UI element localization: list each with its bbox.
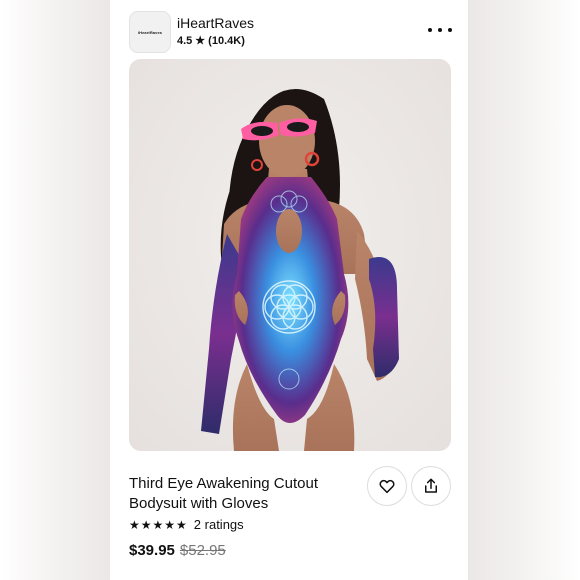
- heart-icon: [379, 479, 395, 494]
- more-options-button[interactable]: [428, 20, 452, 40]
- share-icon: [425, 478, 437, 493]
- store-logo[interactable]: iHeartRaves: [129, 11, 171, 53]
- ratings-count: 2 ratings: [193, 517, 244, 532]
- rating-stars-icon: ★★★★★: [129, 517, 188, 532]
- product-photo-illustration: [129, 59, 451, 451]
- price-row: $39.95 $52.95: [129, 542, 226, 559]
- product-title[interactable]: Third Eye Awakening Cutout Bodysuit with…: [129, 474, 344, 514]
- store-header: iHeartRaves iHeartRaves 4.5 ★ (10.4K): [110, 10, 468, 54]
- store-rating-value: 4.5: [177, 34, 193, 47]
- product-image[interactable]: [129, 59, 451, 451]
- store-rating: 4.5 ★ (10.4K): [177, 34, 245, 48]
- store-name[interactable]: iHeartRaves: [177, 15, 254, 31]
- store-logo-text: iHeartRaves: [137, 29, 163, 35]
- product-rating[interactable]: ★★★★★ 2 ratings: [129, 517, 244, 532]
- store-review-count: (10.4K): [208, 34, 245, 47]
- current-price: $39.95: [129, 542, 175, 559]
- more-horizontal-icon: [428, 28, 432, 32]
- left-blur-background: [0, 0, 110, 580]
- product-card: iHeartRaves iHeartRaves 4.5 ★ (10.4K) Th…: [110, 0, 468, 580]
- right-blur-background: [468, 0, 580, 580]
- star-icon: ★: [195, 35, 206, 47]
- share-button[interactable]: [411, 466, 451, 506]
- favorite-button[interactable]: [367, 466, 407, 506]
- original-price: $52.95: [179, 542, 226, 559]
